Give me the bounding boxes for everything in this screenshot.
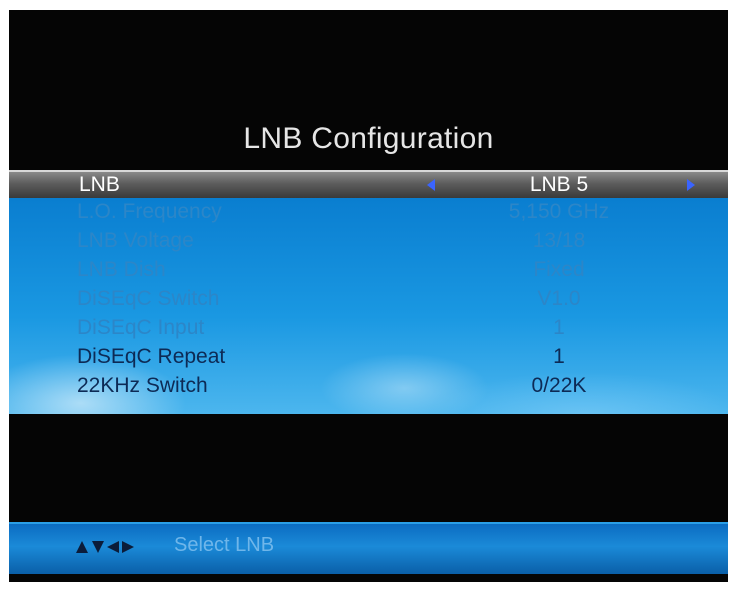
setting-row-diseqc-input[interactable]: DiSEqC Input 1 (9, 316, 728, 343)
setting-row-lnb-voltage[interactable]: LNB Voltage 13/18 (9, 229, 728, 256)
setting-value: V1.0 (537, 287, 581, 310)
arrow-left-icon (107, 541, 119, 553)
setting-row-diseqc-repeat[interactable]: DiSEqC Repeat 1 (9, 345, 728, 372)
setting-label: DiSEqC Input (77, 316, 205, 339)
arrow-left-icon[interactable] (427, 179, 435, 191)
setting-row-lnb-dish[interactable]: LNB Dish Fixed (9, 258, 728, 285)
setting-value: 5,150 GHz (508, 200, 610, 223)
settings-panel: L.O. Frequency 5,150 GHz LNB Voltage 13/… (9, 198, 728, 414)
lnb-selector-value: LNB 5 (529, 173, 589, 196)
setting-value: 13/18 (532, 229, 586, 252)
tv-menu-screen: LNB Configuration LNB LNB 5 L.O. Frequen… (9, 10, 728, 582)
help-hint: Select LNB (174, 534, 275, 556)
setting-label: 22KHz Switch (77, 374, 208, 397)
setting-row-diseqc-switch[interactable]: DiSEqC Switch V1.0 (9, 287, 728, 314)
arrow-up-icon (76, 541, 88, 553)
setting-label: LNB Voltage (77, 229, 194, 252)
menu-title: LNB Configuration (243, 122, 494, 155)
arrow-right-icon[interactable] (687, 179, 695, 191)
lnb-selector-label: LNB (79, 173, 120, 196)
arrow-right-icon (122, 541, 134, 553)
setting-value: 0/22K (531, 374, 587, 397)
help-bar: Select LNB (9, 522, 728, 574)
setting-row-lo-frequency[interactable]: L.O. Frequency 5,150 GHz (9, 200, 728, 227)
setting-value: 1 (553, 345, 565, 368)
setting-value: 1 (553, 316, 565, 339)
setting-row-22khz-switch[interactable]: 22KHz Switch 0/22K (9, 374, 728, 401)
lnb-selector-row[interactable]: LNB LNB 5 (9, 170, 728, 198)
setting-label: LNB Dish (77, 258, 166, 281)
setting-label: DiSEqC Repeat (77, 345, 226, 368)
arrow-down-icon (92, 541, 104, 553)
setting-label: L.O. Frequency (77, 200, 222, 223)
setting-label: DiSEqC Switch (77, 287, 220, 310)
setting-value: Fixed (533, 258, 585, 281)
